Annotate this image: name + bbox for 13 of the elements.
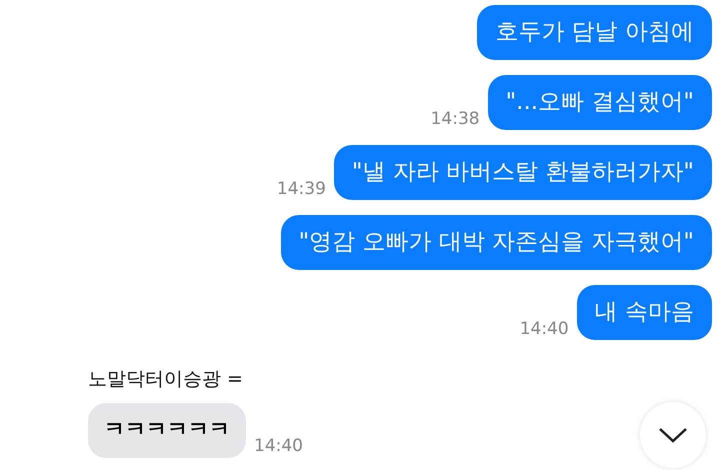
- sent-message-bubble: 내 속마음: [576, 285, 712, 340]
- message-time: 14:38: [430, 108, 480, 130]
- sent-message-bubble: "영감 오빠가 대박 자존심을 자극했어": [280, 215, 712, 270]
- message-time: 14:40: [254, 435, 303, 458]
- scroll-down-button[interactable]: [640, 402, 706, 468]
- message-time: 14:40: [520, 318, 569, 340]
- sender-name: 노말닥터이승광 =: [88, 368, 243, 390]
- received-message-bubble: ㅋㅋㅋㅋㅋㅋ: [88, 402, 246, 458]
- sent-message-bubble: 호두가 담날 아침에: [477, 5, 712, 60]
- sent-message-bubble: "낼 자라 바버스탈 환불하러가자": [334, 145, 712, 200]
- chevron-down-icon: [658, 426, 688, 444]
- message-time: 14:39: [276, 178, 326, 200]
- sent-message-bubble: "...오빠 결심했어": [488, 75, 712, 130]
